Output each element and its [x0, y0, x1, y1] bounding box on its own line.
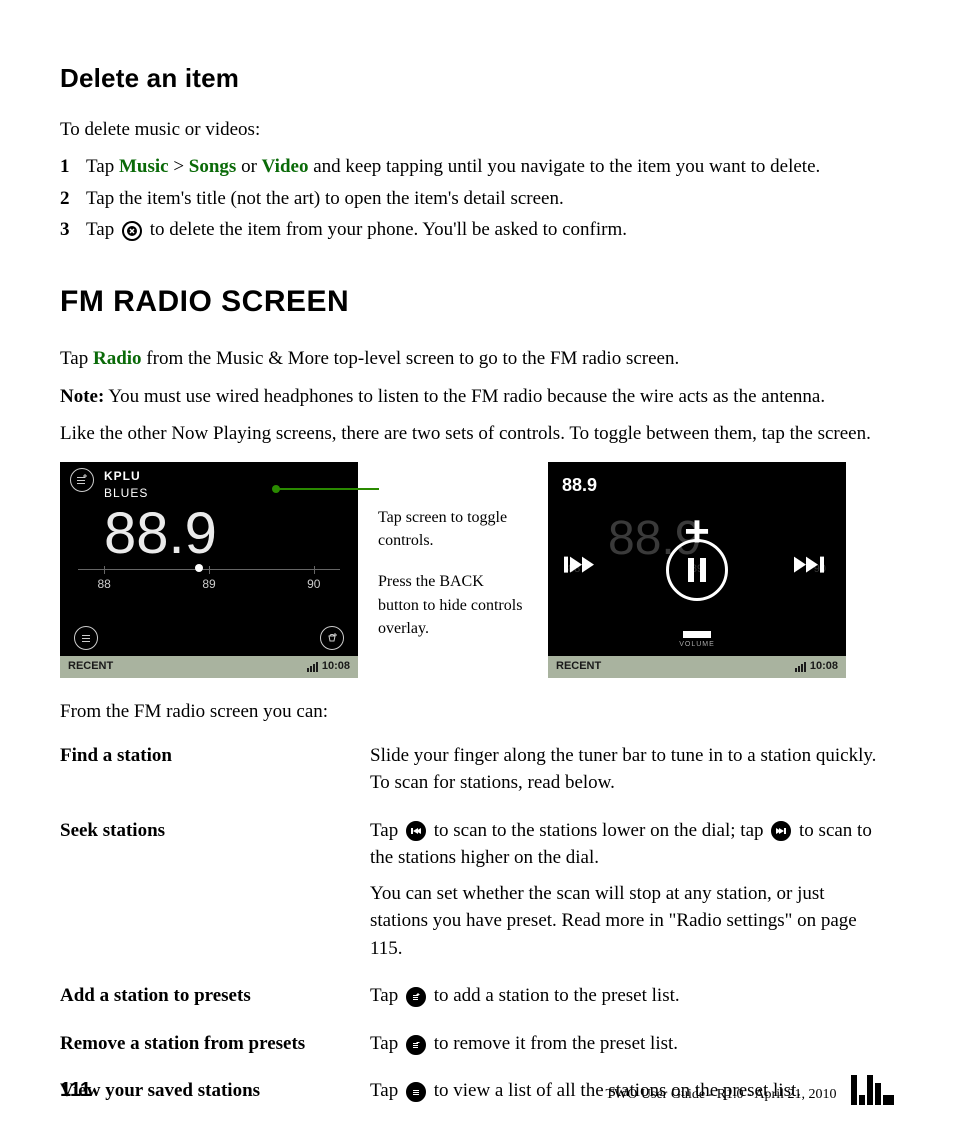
- note-body: You must use wired headphones to listen …: [104, 386, 825, 407]
- text: >: [169, 156, 189, 177]
- link-radio[interactable]: Radio: [93, 348, 142, 369]
- text: Tap: [370, 985, 403, 1006]
- feature-desc: Tap to add a station to the preset list.: [370, 976, 894, 1024]
- heading-fm-radio: FM RADIO SCREEN: [60, 280, 894, 324]
- text: Tap: [370, 1033, 403, 1054]
- step-body: Tap the item's title (not the art) to op…: [86, 185, 894, 213]
- dial-tick: 90: [307, 576, 320, 593]
- step-number: 1: [60, 153, 86, 181]
- feature-label: Seek stations: [60, 811, 370, 977]
- callout-leader-line: [278, 488, 379, 490]
- add-preset-icon: [406, 987, 426, 1007]
- trademark: TM: [883, 1095, 895, 1105]
- frequency-display: 88.9: [60, 503, 358, 563]
- step-number: 3: [60, 216, 86, 244]
- signal-icon: [307, 662, 318, 672]
- fm-screenshot-controls: 88.9 88.9 88 89 90 + VOLUME RECENT 10:0: [548, 462, 846, 678]
- page-number: 111: [60, 1076, 91, 1105]
- status-time: 10:08: [810, 659, 838, 675]
- link-songs[interactable]: Songs: [189, 156, 237, 177]
- volume-label: VOLUME: [679, 640, 715, 650]
- seek-forward-icon: [794, 553, 830, 588]
- tuner-bar: 88 89 90: [78, 569, 340, 594]
- text: to scan to the stations lower on the dia…: [429, 820, 768, 841]
- frequency-small: 88.9: [562, 472, 597, 498]
- delete-steps: 1 Tap Music > Songs or Video and keep ta…: [60, 153, 894, 244]
- feature-label: Add a station to presets: [60, 976, 370, 1024]
- step-number: 2: [60, 185, 86, 213]
- feature-desc: Tap to remove it from the preset list.: [370, 1024, 894, 1072]
- fm-intro: Tap Radio from the Music & More top-leve…: [60, 345, 894, 373]
- dial-tick: 89: [202, 576, 215, 593]
- text: Slide your finger along the tuner bar to…: [370, 742, 884, 797]
- feature-table: Find a station Slide your finger along t…: [60, 736, 894, 1119]
- delete-intro: To delete music or videos:: [60, 116, 894, 144]
- feature-label: Find a station: [60, 736, 370, 811]
- link-video[interactable]: Video: [262, 156, 309, 177]
- fm-note: Note: You must use wired headphones to l…: [60, 383, 894, 411]
- status-time: 10:08: [322, 659, 350, 675]
- seek-down-icon: [406, 821, 426, 841]
- pause-button-icon: [666, 539, 728, 601]
- text: Tap: [86, 156, 119, 177]
- feature-desc: Tap to scan to the stations lower on the…: [370, 811, 894, 977]
- shop-icon: [320, 626, 344, 650]
- add-preset-icon: [70, 468, 94, 492]
- delete-icon: [122, 221, 142, 241]
- step-body: Tap Music > Songs or Video and keep tapp…: [86, 153, 894, 181]
- heading-delete-item: Delete an item: [60, 60, 894, 98]
- page-footer: 111 TWO User Guide - R1.0 - April 21, 20…: [60, 1075, 894, 1105]
- text: or: [236, 156, 261, 177]
- fm-screenshot-tuner: KPLU BLUES 88.9 88 89 90 RECENT 10:08: [60, 462, 358, 678]
- fm-from-intro: From the FM radio screen you can:: [60, 698, 894, 726]
- text: and keep tapping until you navigate to t…: [308, 156, 820, 177]
- step-body: Tap to delete the item from your phone. …: [86, 216, 894, 244]
- fm-toggle-desc: Like the other Now Playing screens, ther…: [60, 420, 894, 448]
- station-call-sign: KPLU: [60, 462, 358, 485]
- recent-label: RECENT: [556, 659, 601, 675]
- text: to delete the item from your phone. You'…: [145, 219, 627, 240]
- tuner-needle: [195, 564, 203, 572]
- text: Tap: [60, 348, 93, 369]
- volume-down-icon: [683, 631, 711, 638]
- seek-back-icon: [564, 553, 600, 588]
- footer-text: TWO User Guide - R1.0 - April 21, 2010: [606, 1085, 837, 1105]
- feature-desc: Slide your finger along the tuner bar to…: [370, 736, 894, 811]
- kin-logo-icon: TM: [851, 1075, 895, 1105]
- screenshot-captions: Tap screen to toggle controls. Press the…: [378, 462, 528, 640]
- seek-up-icon: [771, 821, 791, 841]
- dial-tick: 88: [98, 576, 111, 593]
- link-music[interactable]: Music: [119, 156, 169, 177]
- feature-label: Remove a station from presets: [60, 1024, 370, 1072]
- text: Tap: [86, 219, 119, 240]
- preset-list-icon: [74, 626, 98, 650]
- text: You can set whether the scan will stop a…: [370, 880, 884, 963]
- remove-preset-icon: [406, 1035, 426, 1055]
- note-label: Note:: [60, 386, 104, 407]
- caption-toggle: Tap screen to toggle controls.: [378, 506, 528, 552]
- signal-icon: [795, 662, 806, 672]
- text: to remove it from the preset list.: [429, 1033, 678, 1054]
- text: from the Music & More top-level screen t…: [142, 348, 680, 369]
- recent-label: RECENT: [68, 659, 113, 675]
- text: Tap: [370, 820, 403, 841]
- caption-back: Press the BACK button to hide controls o…: [378, 570, 528, 640]
- text: to add a station to the preset list.: [429, 985, 680, 1006]
